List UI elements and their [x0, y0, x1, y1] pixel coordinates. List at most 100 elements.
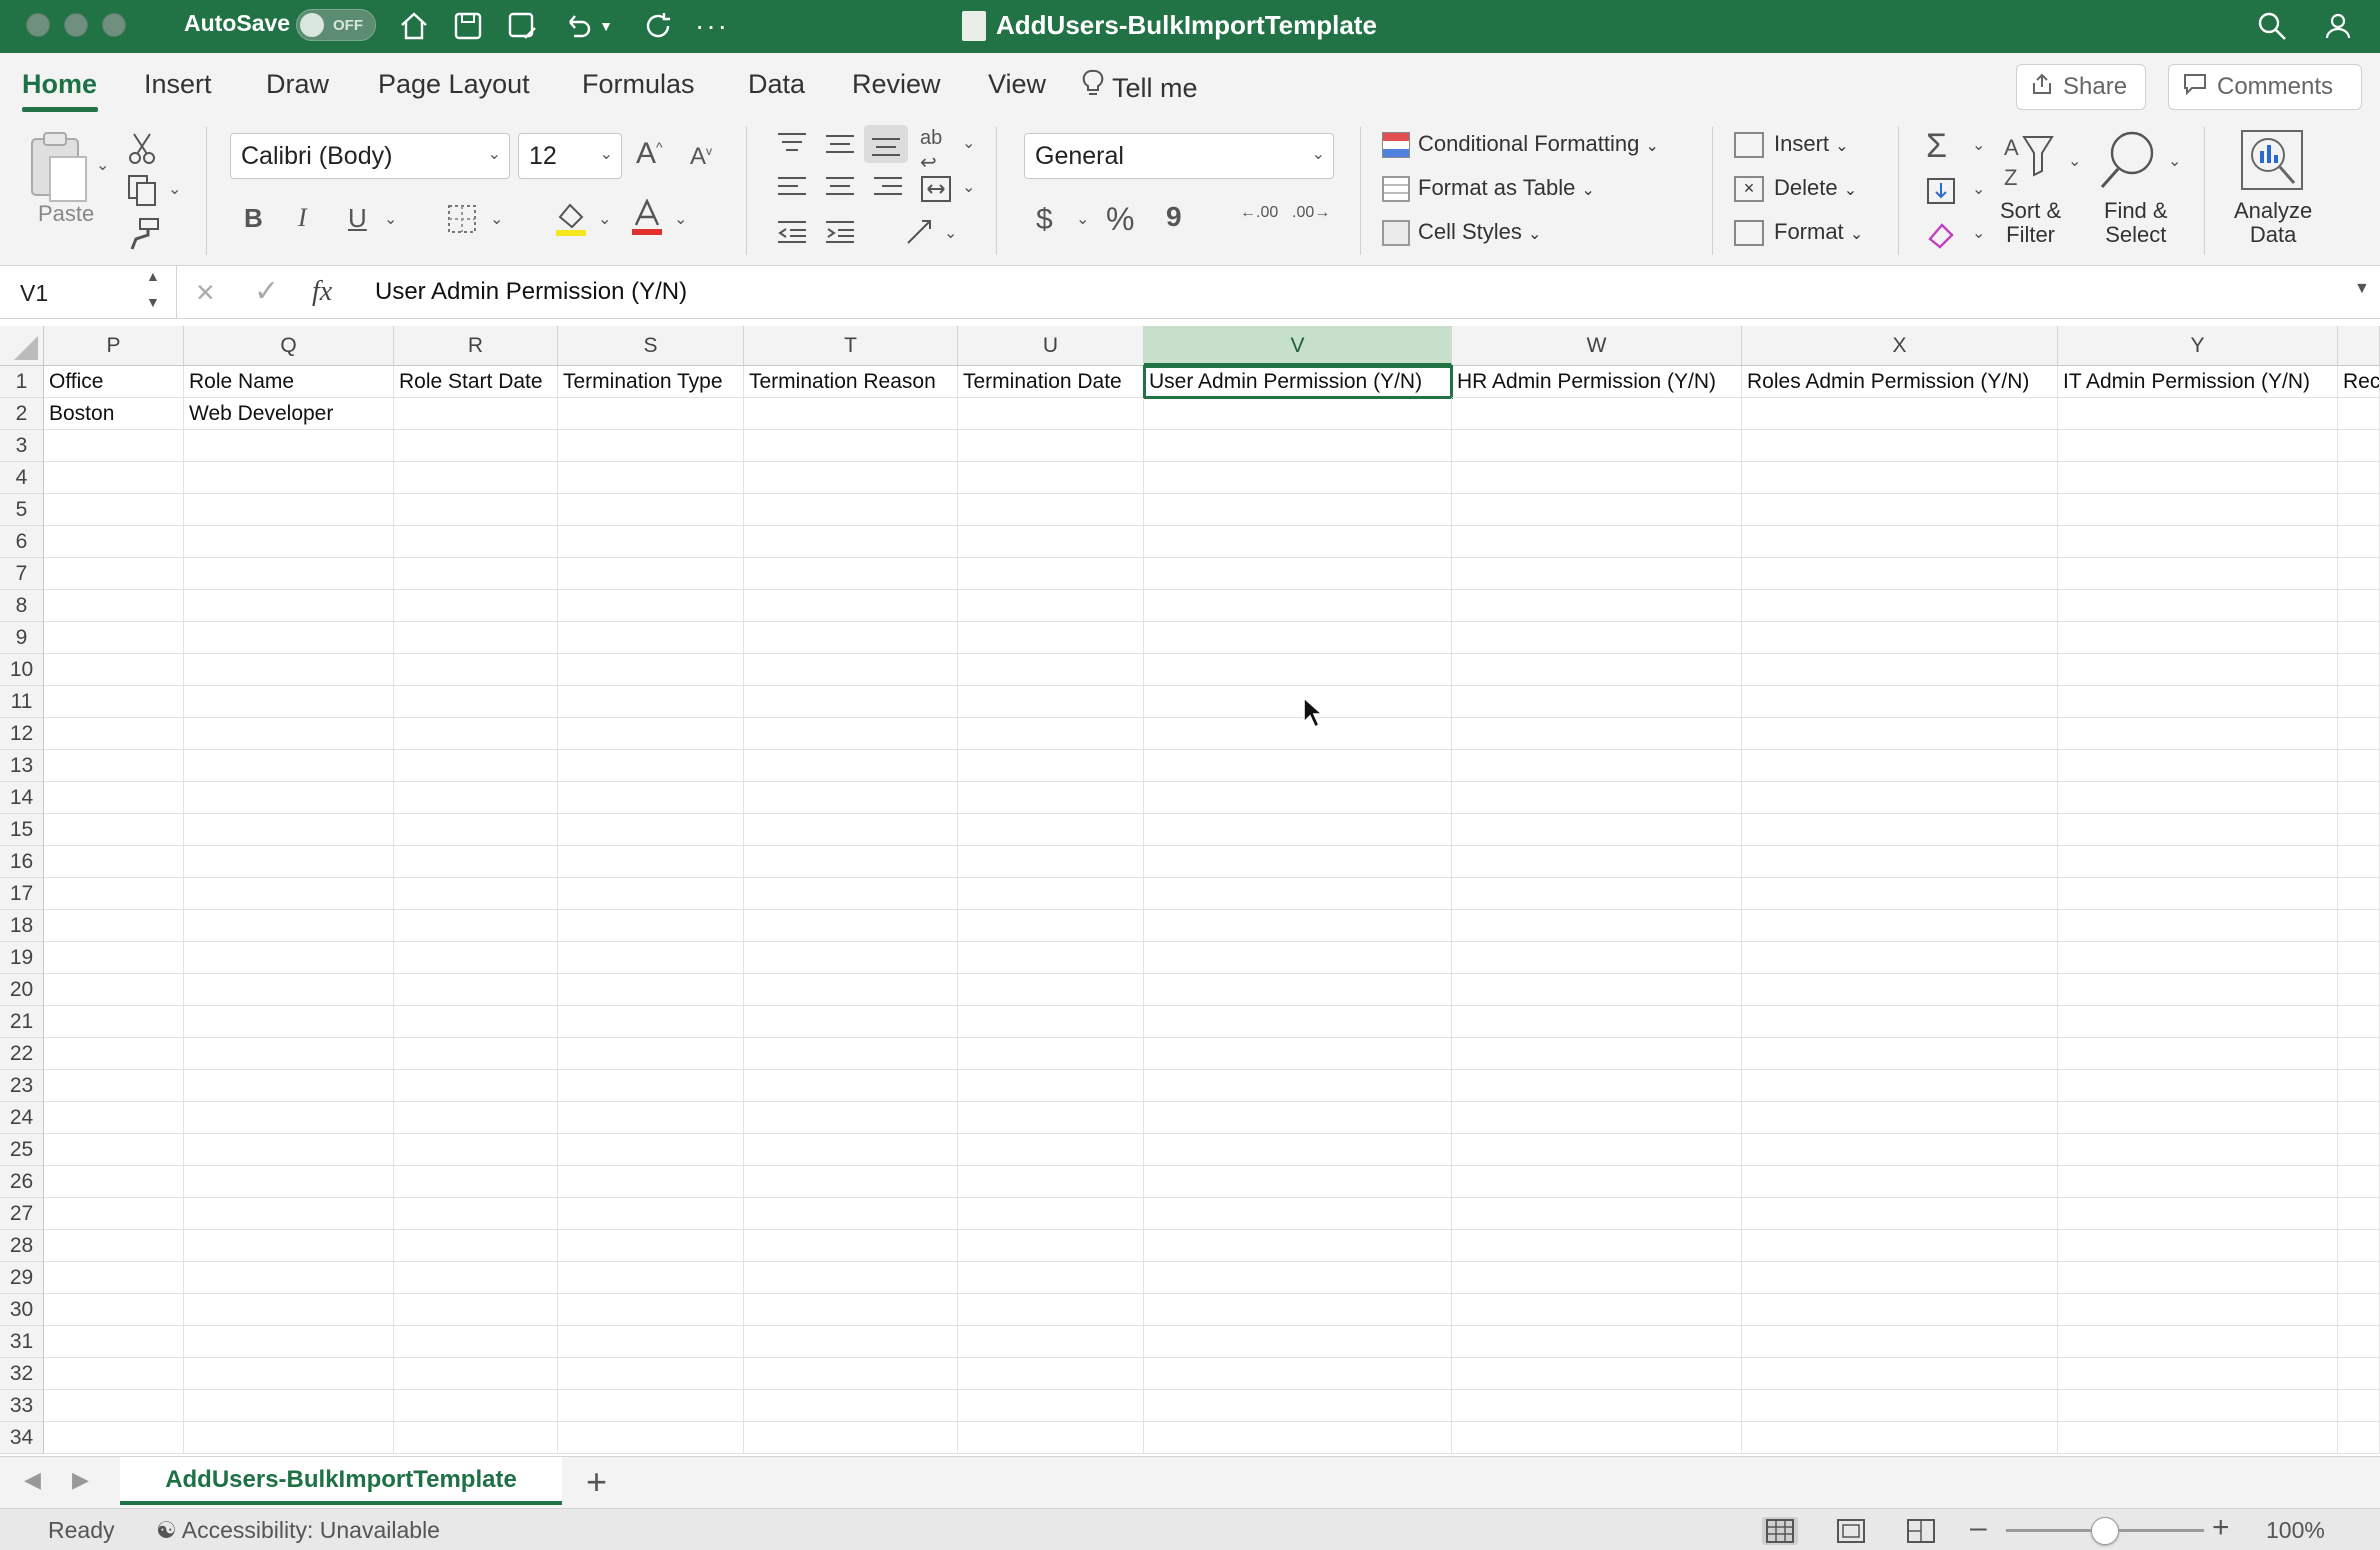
cell[interactable] [394, 654, 558, 686]
cell[interactable] [184, 1198, 394, 1230]
row-header[interactable]: 6 [0, 526, 44, 558]
confirm-edit-icon[interactable]: ✓ [254, 274, 279, 309]
fill-color-icon[interactable] [554, 201, 588, 242]
tab-data[interactable]: Data [748, 69, 805, 100]
cell[interactable] [44, 494, 184, 526]
cell[interactable] [558, 782, 744, 814]
cell[interactable] [744, 878, 958, 910]
cell[interactable] [184, 1422, 394, 1454]
cell[interactable] [958, 974, 1144, 1006]
formula-input[interactable]: User Admin Permission (Y/N) [375, 278, 687, 306]
cell[interactable] [394, 1230, 558, 1262]
cell[interactable] [1452, 686, 1742, 718]
cell[interactable] [1144, 494, 1452, 526]
cell[interactable] [184, 750, 394, 782]
cell[interactable] [1452, 430, 1742, 462]
cell[interactable] [1742, 942, 2058, 974]
cell[interactable] [394, 398, 558, 430]
cell[interactable] [1452, 942, 1742, 974]
cell[interactable] [744, 398, 958, 430]
cell[interactable] [184, 1134, 394, 1166]
cell[interactable] [744, 1294, 958, 1326]
cell[interactable] [2058, 462, 2338, 494]
tab-home[interactable]: Home [22, 69, 97, 100]
cell[interactable] [2338, 910, 2380, 942]
cell[interactable] [1742, 494, 2058, 526]
cell[interactable] [744, 1262, 958, 1294]
cell[interactable] [558, 910, 744, 942]
cell[interactable] [958, 1358, 1144, 1390]
cell[interactable] [1742, 878, 2058, 910]
column-header-w[interactable]: W [1452, 326, 1742, 366]
name-box[interactable]: V1 [12, 272, 168, 312]
increase-decimal-button[interactable]: ←.00 [1240, 205, 1278, 221]
wrap-text-icon[interactable]: ab ↩ [920, 127, 942, 175]
column-header-v[interactable]: V [1144, 326, 1452, 366]
font-color-icon[interactable] [630, 198, 664, 242]
cell[interactable] [744, 590, 958, 622]
cell[interactable] [1144, 846, 1452, 878]
cell[interactable] [1742, 1294, 2058, 1326]
cell[interactable] [44, 814, 184, 846]
decrease-font-size-icon[interactable]: Av [690, 143, 712, 171]
search-icon[interactable] [2252, 6, 2292, 46]
row-header[interactable]: 27 [0, 1198, 44, 1230]
add-sheet-icon[interactable]: + [586, 1461, 607, 1503]
cell[interactable] [394, 846, 558, 878]
column-header-p[interactable]: P [44, 326, 184, 366]
cell[interactable] [394, 1102, 558, 1134]
cell[interactable] [744, 1134, 958, 1166]
cell[interactable] [2338, 686, 2380, 718]
cell[interactable] [2338, 398, 2380, 430]
cell[interactable] [1742, 974, 2058, 1006]
clear-icon[interactable] [1926, 221, 1956, 254]
cell[interactable] [2058, 814, 2338, 846]
cell[interactable] [2058, 1358, 2338, 1390]
cell[interactable] [2058, 1038, 2338, 1070]
find-select-label[interactable]: Find & Select [2104, 199, 2168, 247]
paste-icon[interactable] [28, 129, 90, 210]
cell[interactable] [958, 1390, 1144, 1422]
home-icon[interactable] [394, 6, 434, 46]
cell[interactable] [2058, 1102, 2338, 1134]
cell[interactable]: Role Name [184, 366, 394, 398]
cell[interactable] [744, 1102, 958, 1134]
cell[interactable] [1144, 974, 1452, 1006]
comments-button[interactable]: Comments [2168, 64, 2362, 110]
analyze-data-icon[interactable] [2238, 127, 2308, 198]
cell[interactable] [1742, 846, 2058, 878]
column-header-s[interactable]: S [558, 326, 744, 366]
row-header[interactable]: 26 [0, 1166, 44, 1198]
zoom-in-button[interactable]: + [2212, 1511, 2230, 1545]
cell[interactable] [184, 654, 394, 686]
text-orientation-icon[interactable] [904, 217, 936, 252]
cell[interactable] [558, 686, 744, 718]
tab-page-layout[interactable]: Page Layout [378, 69, 530, 100]
cell[interactable]: Termination Reason [744, 366, 958, 398]
cell[interactable] [2338, 462, 2380, 494]
cell[interactable] [1742, 814, 2058, 846]
cell[interactable] [394, 1198, 558, 1230]
conditional-formatting-button[interactable]: Conditional Formatting ⌄ [1382, 131, 1659, 159]
cell[interactable] [558, 1198, 744, 1230]
maximize-window-button[interactable] [102, 13, 126, 37]
cell[interactable] [558, 1422, 744, 1454]
cell[interactable] [184, 910, 394, 942]
cell[interactable] [184, 590, 394, 622]
row-header[interactable]: 28 [0, 1230, 44, 1262]
number-format-select[interactable]: General ⌄ [1024, 133, 1334, 179]
cell[interactable] [44, 750, 184, 782]
cell[interactable] [2338, 494, 2380, 526]
cell[interactable] [558, 1006, 744, 1038]
cell[interactable] [958, 654, 1144, 686]
cell[interactable] [184, 1102, 394, 1134]
cell[interactable] [394, 718, 558, 750]
cell[interactable] [558, 590, 744, 622]
cell[interactable] [184, 1006, 394, 1038]
cell[interactable] [394, 1390, 558, 1422]
cell[interactable] [1742, 910, 2058, 942]
cell[interactable] [44, 1326, 184, 1358]
cell[interactable] [1742, 750, 2058, 782]
decrease-indent-icon[interactable] [776, 219, 808, 250]
row-header[interactable]: 10 [0, 654, 44, 686]
